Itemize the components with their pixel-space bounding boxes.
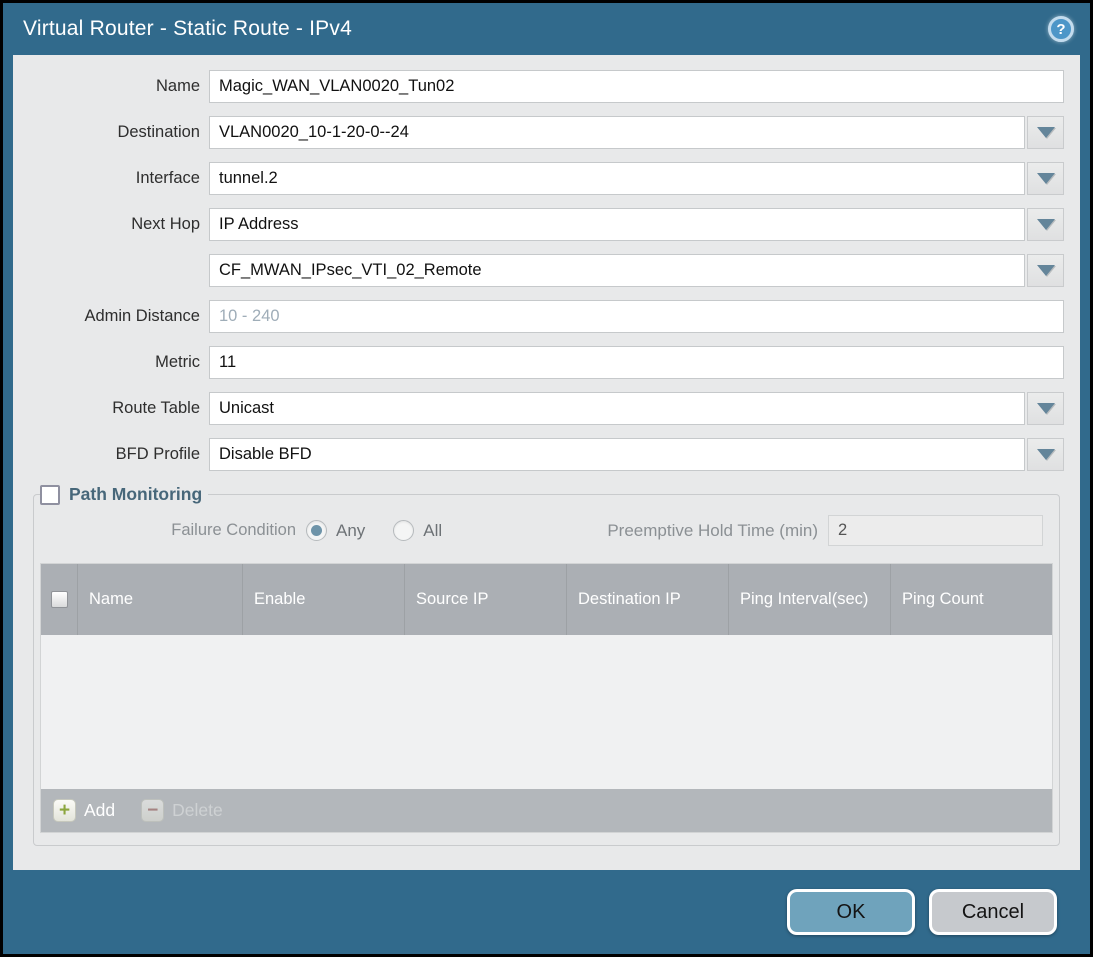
form-row-destination: Destination [13, 116, 1064, 149]
radio-unselected-icon [393, 520, 414, 541]
path-monitoring-legend: Path Monitoring [40, 484, 208, 505]
path-monitoring-checkbox[interactable] [40, 485, 60, 505]
form-row-next-hop-address [13, 254, 1064, 287]
route-table-dropdown-button[interactable] [1027, 392, 1064, 425]
path-monitoring-section: Path Monitoring Failure Condition Any Al… [33, 484, 1060, 846]
form-row-metric: Metric [13, 346, 1064, 379]
chevron-down-icon [1037, 219, 1055, 230]
table-header-select [41, 564, 77, 635]
admin-distance-label: Admin Distance [13, 307, 209, 326]
path-monitoring-table: Name Enable Source IP Destination IP Pin… [40, 563, 1053, 833]
table-header-enable: Enable [242, 564, 404, 635]
cancel-button[interactable]: Cancel [929, 889, 1057, 935]
interface-label: Interface [13, 169, 209, 188]
radio-selected-icon [306, 520, 327, 541]
next-hop-type-dropdown-button[interactable] [1027, 208, 1064, 241]
bfd-profile-label: BFD Profile [13, 445, 209, 464]
form-row-next-hop: Next Hop [13, 208, 1064, 241]
preemptive-hold-time-input[interactable] [828, 515, 1043, 546]
failure-condition-any-label: Any [336, 521, 365, 541]
name-input[interactable] [209, 70, 1064, 103]
chevron-down-icon [1037, 173, 1055, 184]
dialog-footer: OK Cancel [3, 870, 1090, 954]
metric-label: Metric [13, 353, 209, 372]
plus-icon: + [53, 799, 76, 822]
table-header-row: Name Enable Source IP Destination IP Pin… [41, 564, 1052, 635]
static-route-form: Name Destination Interface Next Hop [13, 70, 1080, 471]
minus-icon: − [141, 799, 164, 822]
chevron-down-icon [1037, 449, 1055, 460]
select-all-checkbox[interactable] [51, 591, 68, 608]
help-icon[interactable]: ? [1048, 16, 1074, 42]
ok-button[interactable]: OK [787, 889, 915, 935]
destination-input[interactable] [209, 116, 1025, 149]
metric-input[interactable] [209, 346, 1064, 379]
preemptive-hold-time-label: Preemptive Hold Time (min) [607, 521, 828, 541]
form-row-bfd-profile: BFD Profile [13, 438, 1064, 471]
failure-condition-all-radio[interactable]: All [393, 520, 442, 541]
route-table-input[interactable] [209, 392, 1025, 425]
table-header-source-ip: Source IP [404, 564, 566, 635]
form-row-name: Name [13, 70, 1064, 103]
interface-dropdown-button[interactable] [1027, 162, 1064, 195]
next-hop-label: Next Hop [13, 215, 209, 234]
dialog-title: Virtual Router - Static Route - IPv4 [23, 17, 352, 41]
path-monitoring-title: Path Monitoring [69, 484, 202, 505]
add-button-label: Add [84, 800, 115, 821]
static-route-dialog: Virtual Router - Static Route - IPv4 ? N… [0, 0, 1093, 957]
bfd-profile-dropdown-button[interactable] [1027, 438, 1064, 471]
destination-label: Destination [13, 123, 209, 142]
bfd-profile-input[interactable] [209, 438, 1025, 471]
next-hop-address-dropdown-button[interactable] [1027, 254, 1064, 287]
add-button[interactable]: + Add [53, 799, 115, 822]
failure-condition-all-label: All [423, 521, 442, 541]
form-row-admin-distance: Admin Distance [13, 300, 1064, 333]
table-header-destination-ip: Destination IP [566, 564, 728, 635]
name-label: Name [13, 77, 209, 96]
next-hop-address-input[interactable] [209, 254, 1025, 287]
form-row-interface: Interface [13, 162, 1064, 195]
failure-condition-any-radio[interactable]: Any [306, 520, 365, 541]
dialog-content: Name Destination Interface Next Hop [13, 55, 1080, 870]
delete-button-label: Delete [172, 800, 223, 821]
chevron-down-icon [1037, 127, 1055, 138]
next-hop-type-input[interactable] [209, 208, 1025, 241]
table-header-ping-count: Ping Count [890, 564, 1052, 635]
admin-distance-input[interactable] [209, 300, 1064, 333]
dialog-titlebar: Virtual Router - Static Route - IPv4 ? [3, 3, 1090, 55]
table-body-empty [41, 635, 1052, 789]
form-row-route-table: Route Table [13, 392, 1064, 425]
table-header-ping-interval: Ping Interval(sec) [728, 564, 890, 635]
chevron-down-icon [1037, 265, 1055, 276]
table-header-name: Name [77, 564, 242, 635]
delete-button[interactable]: − Delete [141, 799, 223, 822]
chevron-down-icon [1037, 403, 1055, 414]
destination-dropdown-button[interactable] [1027, 116, 1064, 149]
failure-condition-label: Failure Condition [40, 521, 306, 540]
interface-input[interactable] [209, 162, 1025, 195]
route-table-label: Route Table [13, 399, 209, 418]
table-footer-toolbar: + Add − Delete [41, 789, 1052, 832]
failure-condition-row: Failure Condition Any All Preemptive Hol… [40, 515, 1053, 546]
